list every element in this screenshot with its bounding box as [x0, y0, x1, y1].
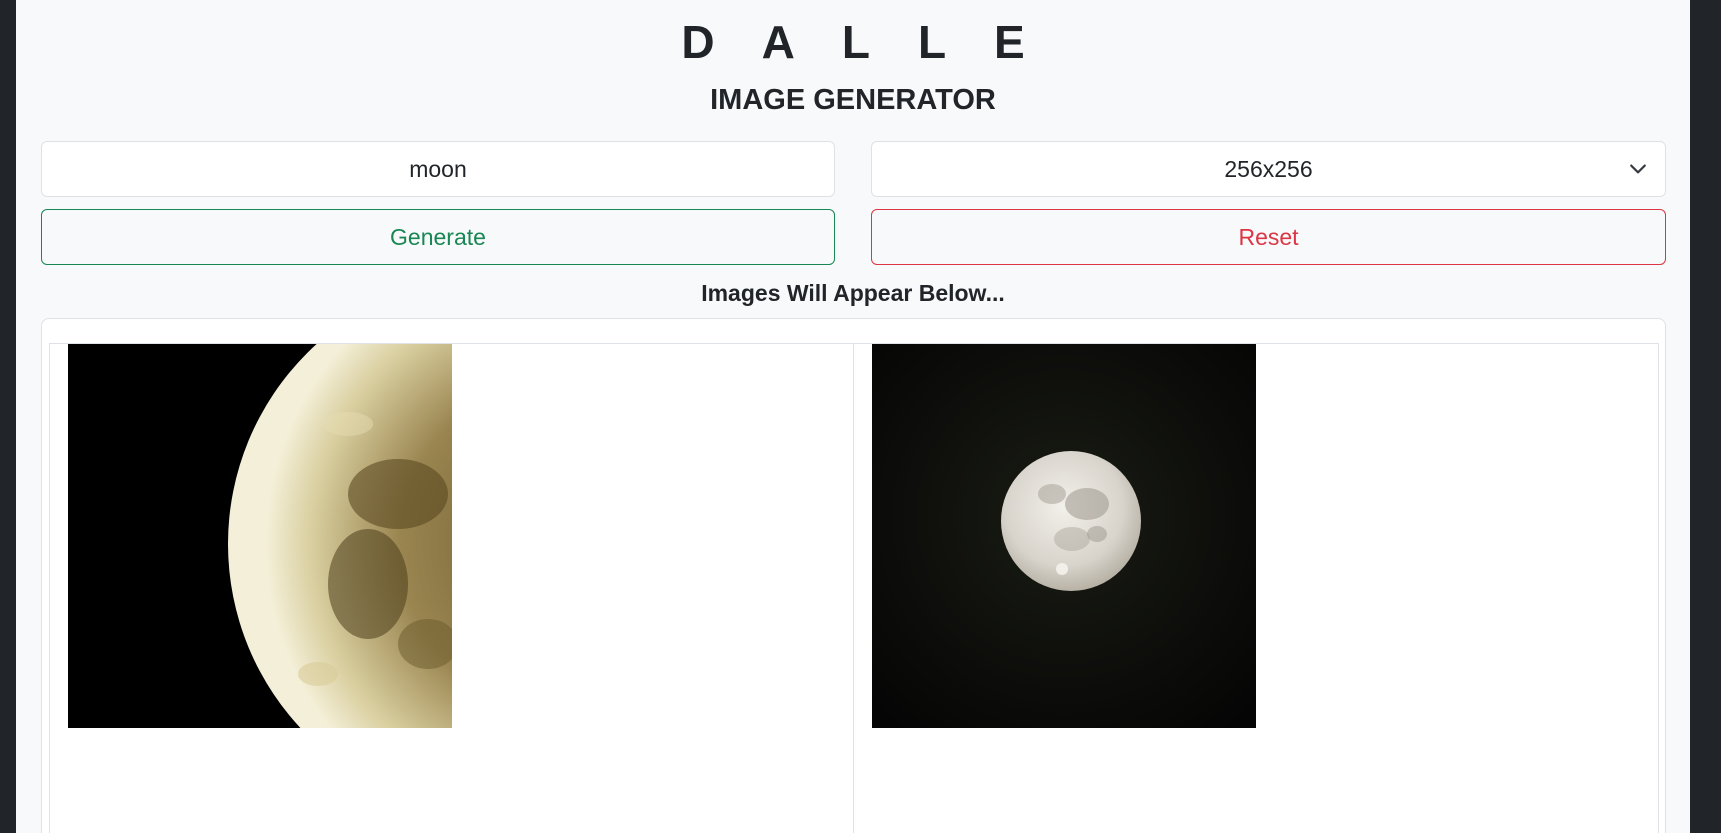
chevron-down-icon	[1630, 164, 1646, 174]
image-card	[853, 343, 1659, 833]
app-page: D A L L E IMAGE GENERATOR 256x256 Genera…	[16, 0, 1690, 833]
full-moon-image[interactable]	[872, 344, 1256, 728]
app-subtitle: IMAGE GENERATOR	[710, 84, 996, 116]
moon-closeup-image[interactable]	[68, 344, 452, 728]
results-notice: Images Will Appear Below...	[701, 280, 1005, 306]
reset-button[interactable]: Reset	[871, 209, 1666, 265]
size-select[interactable]: 256x256	[871, 141, 1666, 197]
prompt-input[interactable]	[41, 141, 835, 197]
image-card	[49, 343, 854, 833]
app-brand-title: D A L L E	[681, 16, 1043, 68]
image-gallery	[41, 318, 1666, 833]
size-select-value: 256x256	[1224, 156, 1313, 182]
generate-button[interactable]: Generate	[41, 209, 835, 265]
